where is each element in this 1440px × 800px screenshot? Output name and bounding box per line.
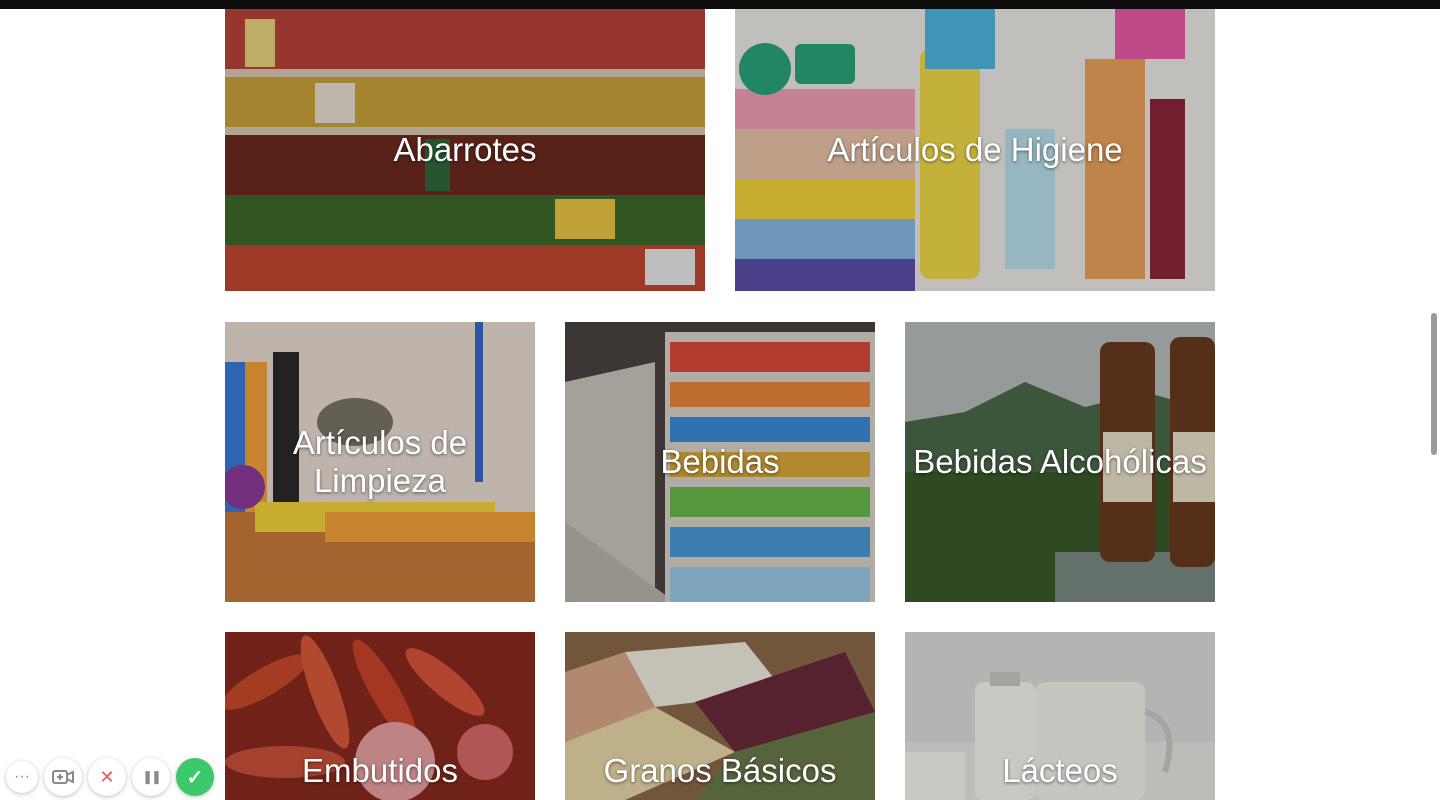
recorder-toolbar: ··· ✕ ❚❚ ✓: [6, 758, 214, 796]
category-bebidas[interactable]: Bebidas: [565, 322, 875, 602]
more-icon: ···: [14, 768, 30, 785]
category-articulos-de-higiene[interactable]: Artículos de Higiene: [735, 9, 1215, 291]
category-lacteos[interactable]: Lácteos: [905, 632, 1215, 800]
cancel-recording-button[interactable]: ✕: [88, 758, 126, 796]
check-icon: ✓: [186, 766, 204, 789]
category-bebidas-alcoholicas[interactable]: Bebidas Alcohólicas: [905, 322, 1215, 602]
category-label: Embutidos: [302, 752, 458, 789]
pause-recording-button[interactable]: ❚❚: [132, 758, 170, 796]
category-articulos-de-limpieza[interactable]: Artículos de Limpieza: [225, 322, 535, 602]
category-granos-basicos[interactable]: Granos Básicos: [565, 632, 875, 800]
category-abarrotes[interactable]: Abarrotes: [225, 9, 705, 291]
camera-toggle-button[interactable]: [44, 758, 82, 796]
category-label: Bebidas: [660, 443, 780, 480]
scrollbar-thumb[interactable]: [1431, 313, 1437, 455]
pause-icon: ❚❚: [142, 769, 162, 784]
category-label: Artículos de Limpieza: [292, 424, 468, 499]
close-icon: ✕: [99, 766, 115, 787]
category-label: Granos Básicos: [603, 752, 837, 789]
category-label: Lácteos: [1002, 752, 1118, 789]
camera-icon: [52, 770, 74, 784]
finish-recording-button[interactable]: ✓: [176, 758, 214, 796]
category-label: Artículos de Higiene: [827, 131, 1123, 168]
category-label: Bebidas Alcohólicas: [913, 443, 1207, 480]
browser-top-bar: [0, 0, 1440, 9]
category-label: Abarrotes: [393, 131, 537, 168]
more-options-button[interactable]: ···: [6, 761, 38, 793]
category-embutidos[interactable]: Embutidos: [225, 632, 535, 800]
